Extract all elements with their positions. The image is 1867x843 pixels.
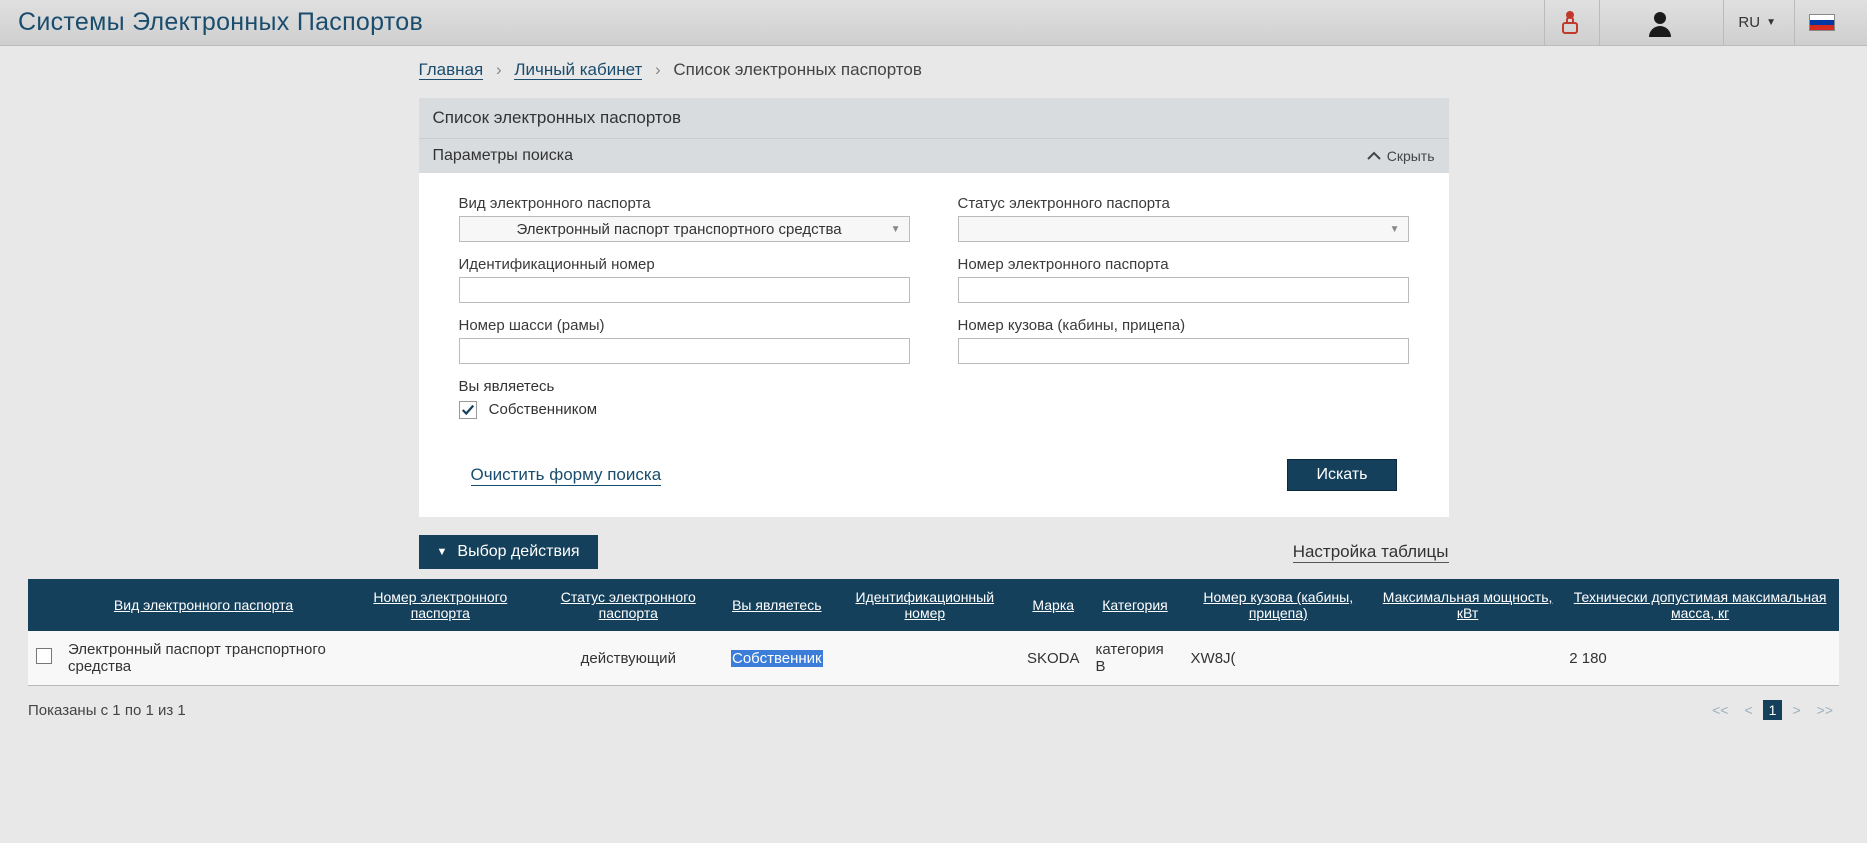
breadcrumb-sep: › xyxy=(655,60,661,79)
cell-brand: SKODA xyxy=(1019,631,1088,686)
breadcrumb-home[interactable]: Главная xyxy=(419,60,484,80)
search-params-title: Параметры поиска xyxy=(433,147,573,165)
pager-last[interactable]: >> xyxy=(1811,700,1839,720)
cell-power xyxy=(1374,631,1561,686)
breadcrumb-sep: › xyxy=(496,60,502,79)
app-title: Системы Электронных Паспортов xyxy=(18,8,1544,37)
col-you-are[interactable]: Вы являетесь xyxy=(723,579,831,631)
cell-type: Электронный паспорт транспортного средст… xyxy=(60,631,347,686)
language-label: RU xyxy=(1738,14,1760,31)
number-input[interactable] xyxy=(958,277,1409,303)
pager: << < 1 > >> xyxy=(1706,700,1839,720)
collapse-label: Скрыть xyxy=(1387,148,1435,164)
owner-label: Собственником xyxy=(489,401,597,418)
chevron-down-icon: ▼ xyxy=(891,224,901,235)
chevron-down-icon: ▼ xyxy=(1766,17,1776,28)
col-status[interactable]: Статус электронного паспорта xyxy=(534,579,723,631)
status-label: Статус электронного паспорта xyxy=(958,195,1409,212)
flag-ru-icon[interactable] xyxy=(1794,0,1849,46)
col-brand[interactable]: Марка xyxy=(1019,579,1088,631)
chevron-down-icon: ▼ xyxy=(1390,224,1400,235)
field-passport-type: Вид электронного паспорта Электронный па… xyxy=(459,195,910,242)
pager-first[interactable]: << xyxy=(1706,700,1734,720)
list-panel: Список электронных паспортов Параметры п… xyxy=(419,98,1449,517)
cell-you-are: Собственник xyxy=(723,631,831,686)
search-form: Вид электронного паспорта Электронный па… xyxy=(419,173,1449,517)
cell-status: действующий xyxy=(534,631,723,686)
app-header: Системы Электронных Паспортов RU ▼ xyxy=(0,0,1867,46)
breadcrumb: Главная › Личный кабинет › Список электр… xyxy=(419,60,1449,80)
pager-current[interactable]: 1 xyxy=(1763,700,1783,720)
col-number[interactable]: Номер электронного паспорта xyxy=(347,579,534,631)
cell-ident xyxy=(831,631,1019,686)
results-table-wrap: Вид электронного паспорта Номер электрон… xyxy=(0,579,1867,686)
table-header: Вид электронного паспорта Номер электрон… xyxy=(28,579,1839,631)
chassis-input[interactable] xyxy=(459,338,910,364)
field-chassis: Номер шасси (рамы) xyxy=(459,317,910,364)
body-input[interactable] xyxy=(958,338,1409,364)
results-table: Вид электронного паспорта Номер электрон… xyxy=(28,579,1839,686)
cell-number xyxy=(347,631,534,686)
you-are-section: Вы являетесь Собственником xyxy=(459,378,1409,419)
clear-form-link[interactable]: Очистить форму поиска xyxy=(471,465,662,486)
you-are-label: Вы являетесь xyxy=(459,378,1409,395)
table-footer: Показаны с 1 по 1 из 1 << < 1 > >> xyxy=(0,686,1867,728)
col-checkbox xyxy=(28,579,60,631)
col-ident[interactable]: Идентификационный номер xyxy=(831,579,1019,631)
choose-action-label: Выбор действия xyxy=(457,543,579,561)
table-controls: ▼ Выбор действия Настройка таблицы xyxy=(419,535,1449,569)
check-icon xyxy=(461,403,475,417)
header-right: RU ▼ xyxy=(1544,0,1849,46)
ident-input[interactable] xyxy=(459,277,910,303)
number-label: Номер электронного паспорта xyxy=(958,256,1409,273)
col-body[interactable]: Номер кузова (кабины, прицепа) xyxy=(1183,579,1374,631)
passport-type-select[interactable]: Электронный паспорт транспортного средст… xyxy=(459,216,910,242)
user-menu[interactable] xyxy=(1599,0,1719,46)
body-label: Номер кузова (кабины, прицепа) xyxy=(958,317,1409,334)
col-mass[interactable]: Технически допустимая максимальная масса… xyxy=(1561,579,1839,631)
search-button[interactable]: Искать xyxy=(1287,459,1396,491)
shown-label: Показаны с 1 по 1 из 1 xyxy=(28,702,186,719)
breadcrumb-current: Список электронных паспортов xyxy=(673,60,921,79)
owner-checkbox[interactable] xyxy=(459,401,477,419)
cell-mass: 2 180 xyxy=(1561,631,1839,686)
breadcrumb-account[interactable]: Личный кабинет xyxy=(514,60,642,80)
row-checkbox[interactable] xyxy=(36,648,52,664)
pager-next[interactable]: > xyxy=(1786,700,1806,720)
field-status: Статус электронного паспорта ▼ xyxy=(958,195,1409,242)
cell-body: XW8J( xyxy=(1183,631,1374,686)
passport-type-label: Вид электронного паспорта xyxy=(459,195,910,212)
col-power[interactable]: Максимальная мощность, кВт xyxy=(1374,579,1561,631)
table-settings-link[interactable]: Настройка таблицы xyxy=(1293,542,1449,563)
field-ident: Идентификационный номер xyxy=(459,256,910,303)
col-category[interactable]: Категория xyxy=(1088,579,1183,631)
collapse-toggle[interactable]: Скрыть xyxy=(1367,148,1435,164)
field-number: Номер электронного паспорта xyxy=(958,256,1409,303)
panel-title: Список электронных паспортов xyxy=(419,98,1449,138)
cell-category: категория B xyxy=(1088,631,1183,686)
chevron-down-icon: ▼ xyxy=(437,546,448,558)
gosuslugi-icon[interactable] xyxy=(1544,0,1595,46)
ident-label: Идентификационный номер xyxy=(459,256,910,273)
language-selector[interactable]: RU ▼ xyxy=(1723,0,1790,46)
chassis-label: Номер шасси (рамы) xyxy=(459,317,910,334)
col-type[interactable]: Вид электронного паспорта xyxy=(60,579,347,631)
pager-prev[interactable]: < xyxy=(1738,700,1758,720)
passport-type-value: Электронный паспорт транспортного средст… xyxy=(468,221,891,238)
table-row[interactable]: Электронный паспорт транспортного средст… xyxy=(28,631,1839,686)
choose-action-dropdown[interactable]: ▼ Выбор действия xyxy=(419,535,598,569)
status-select[interactable]: ▼ xyxy=(958,216,1409,242)
chevron-up-icon xyxy=(1367,151,1381,161)
search-params-header: Параметры поиска Скрыть xyxy=(419,138,1449,173)
field-body: Номер кузова (кабины, прицепа) xyxy=(958,317,1409,364)
